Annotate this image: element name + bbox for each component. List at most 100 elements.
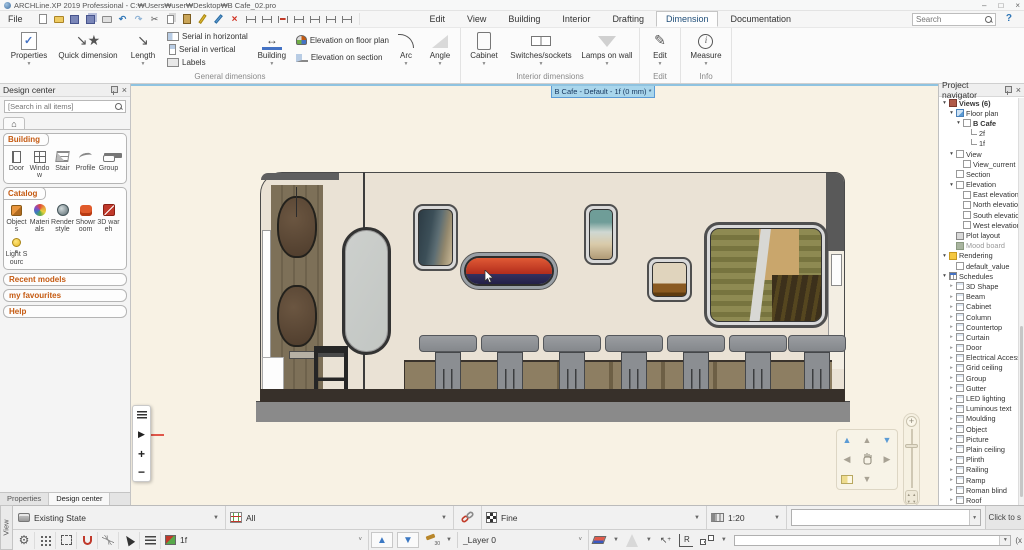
tree-expander-icon[interactable] bbox=[948, 375, 955, 381]
scrollbar-thumb[interactable] bbox=[1020, 325, 1023, 497]
tree-item[interactable]: Section bbox=[939, 169, 1018, 179]
level-down-button[interactable]: ▼ bbox=[397, 532, 419, 548]
red-signboard[interactable] bbox=[460, 252, 558, 290]
coordinate-input[interactable]: ▼ bbox=[733, 534, 1012, 546]
window-small-vertical[interactable] bbox=[584, 204, 618, 265]
coordinate-input-field[interactable] bbox=[734, 535, 1000, 545]
tree-item[interactable]: Countertop bbox=[939, 322, 1018, 332]
undo-icon[interactable]: ↶ bbox=[117, 13, 129, 25]
bar-stool-pedestal[interactable] bbox=[804, 352, 830, 390]
tree-expander-icon[interactable] bbox=[948, 396, 955, 402]
delete-icon[interactable]: × bbox=[229, 13, 241, 25]
zoom-handle[interactable] bbox=[905, 444, 918, 448]
file-menu[interactable]: File bbox=[0, 14, 31, 24]
layer-selector[interactable]: _Layer 0 ˅ bbox=[459, 530, 589, 550]
paste-icon[interactable] bbox=[181, 13, 193, 25]
tree-item[interactable]: 2f bbox=[939, 129, 1018, 139]
tree-expander-icon[interactable] bbox=[948, 151, 955, 157]
dropdown-icon[interactable]: ▼ bbox=[999, 535, 1011, 545]
pin-icon[interactable] bbox=[1004, 85, 1012, 95]
tree-item[interactable]: Moulding bbox=[939, 414, 1018, 424]
tree-item[interactable]: Luminous text bbox=[939, 404, 1018, 414]
view-mode-icon[interactable] bbox=[841, 474, 853, 484]
tree-item[interactable]: Elevation bbox=[939, 180, 1018, 190]
bar-stool[interactable] bbox=[729, 335, 787, 352]
dropdown-icon[interactable]: ▼ bbox=[643, 537, 655, 543]
tree-item[interactable]: Plain ceiling bbox=[939, 444, 1018, 454]
north-arrow-button[interactable] bbox=[622, 532, 643, 549]
window-large-artwork[interactable] bbox=[704, 222, 828, 328]
bar-stool[interactable] bbox=[543, 335, 601, 352]
tree-expander-icon[interactable] bbox=[948, 497, 955, 503]
tree-expander-icon[interactable] bbox=[948, 283, 955, 289]
eraser-button[interactable] bbox=[589, 532, 610, 549]
tree-item[interactable]: Roman blind bbox=[939, 485, 1018, 495]
coordinate-system-button[interactable]: R bbox=[676, 532, 697, 549]
serial-option[interactable]: Labels bbox=[167, 58, 248, 67]
filter-selector[interactable]: All ▼ bbox=[226, 506, 454, 529]
dropdown-icon[interactable]: ▼ bbox=[968, 510, 980, 525]
tree-item[interactable]: B Cafe bbox=[939, 118, 1018, 128]
edit-pen-icon[interactable] bbox=[213, 13, 225, 25]
pendant-lamp-cord[interactable] bbox=[296, 187, 297, 217]
link-button[interactable] bbox=[454, 506, 482, 529]
tree-item[interactable]: Mood board bbox=[939, 241, 1018, 251]
design-center-search[interactable] bbox=[4, 100, 126, 113]
large-oval-mirror[interactable] bbox=[342, 227, 391, 355]
tree-expander-icon[interactable] bbox=[948, 446, 955, 452]
bar-stool[interactable] bbox=[667, 335, 725, 352]
lamps-on-wall-button[interactable]: Lamps on wall ▼ bbox=[578, 29, 636, 67]
select-cursor-icon[interactable] bbox=[119, 531, 140, 549]
tree-expander-icon[interactable] bbox=[948, 416, 955, 422]
close-button[interactable]: × bbox=[1015, 0, 1020, 11]
tree-item[interactable]: Floor plan bbox=[939, 108, 1018, 118]
pan-right-icon[interactable]: ▶ bbox=[884, 454, 891, 465]
scale-selector[interactable]: 1:20 ▼ bbox=[707, 506, 787, 529]
building-dimension-button[interactable]: ↔ Building ▼ bbox=[250, 29, 294, 67]
tree-item[interactable]: Beam bbox=[939, 292, 1018, 302]
format-brush-icon[interactable] bbox=[197, 13, 209, 25]
catalog-item[interactable]: Render style bbox=[51, 203, 74, 234]
tree-item[interactable]: Gutter bbox=[939, 383, 1018, 393]
pan-left-icon[interactable]: ◀ bbox=[844, 454, 851, 465]
collapsed-group-header[interactable]: Help bbox=[3, 305, 127, 319]
catalog-item[interactable]: Door bbox=[5, 149, 28, 180]
tree-expander-icon[interactable] bbox=[948, 477, 955, 483]
collapsed-group-header[interactable]: my favourites bbox=[3, 289, 127, 303]
search-box[interactable] bbox=[912, 13, 996, 26]
tree-item[interactable]: Object bbox=[939, 424, 1018, 434]
dim-style-icon[interactable] bbox=[341, 13, 353, 25]
menu-list-icon[interactable] bbox=[136, 411, 147, 419]
tree-expander-icon[interactable] bbox=[948, 182, 955, 188]
tree-item[interactable]: Railing bbox=[939, 465, 1018, 475]
ribbon-tab[interactable]: Drafting bbox=[602, 11, 654, 27]
zoom-out-icon[interactable]: − bbox=[138, 466, 145, 478]
tree-item[interactable]: default_value bbox=[939, 261, 1018, 271]
bar-stool-pedestal[interactable] bbox=[559, 352, 585, 390]
close-panel-icon[interactable]: × bbox=[122, 85, 127, 95]
tree-expander-icon[interactable] bbox=[941, 100, 948, 106]
copy-icon[interactable] bbox=[165, 13, 177, 25]
elevation-option[interactable]: Elevation on section bbox=[295, 53, 389, 62]
bar-stool[interactable] bbox=[605, 335, 663, 352]
tree-expander-icon[interactable] bbox=[948, 487, 955, 493]
tree-expander-icon[interactable] bbox=[948, 385, 955, 391]
tree-item[interactable]: Views (6) bbox=[939, 98, 1018, 108]
tree-item[interactable]: 1f bbox=[939, 139, 1018, 149]
bar-stool[interactable] bbox=[788, 335, 846, 352]
window-small-square[interactable] bbox=[647, 257, 692, 302]
tree-item[interactable]: South elevation bbox=[939, 210, 1018, 220]
level-selector[interactable]: 1f ˅ bbox=[161, 530, 369, 550]
tree-expander-icon[interactable] bbox=[948, 324, 955, 330]
tree-item[interactable]: View bbox=[939, 149, 1018, 159]
catalog-item[interactable]: Materials bbox=[28, 203, 51, 234]
ribbon-tab[interactable]: Edit bbox=[420, 11, 456, 27]
tree-item[interactable]: West elevation bbox=[939, 220, 1018, 230]
close-panel-icon[interactable]: × bbox=[1016, 85, 1021, 95]
measure-button[interactable]: i Measure ▼ bbox=[684, 29, 728, 67]
tree-expander-icon[interactable] bbox=[948, 467, 955, 473]
rays-icon[interactable] bbox=[98, 531, 119, 549]
pan-down-icon[interactable]: ▼ bbox=[863, 474, 872, 484]
pan-up-left-icon[interactable]: ▲ bbox=[843, 435, 852, 445]
quality-selector[interactable]: Fine ▼ bbox=[482, 506, 707, 529]
